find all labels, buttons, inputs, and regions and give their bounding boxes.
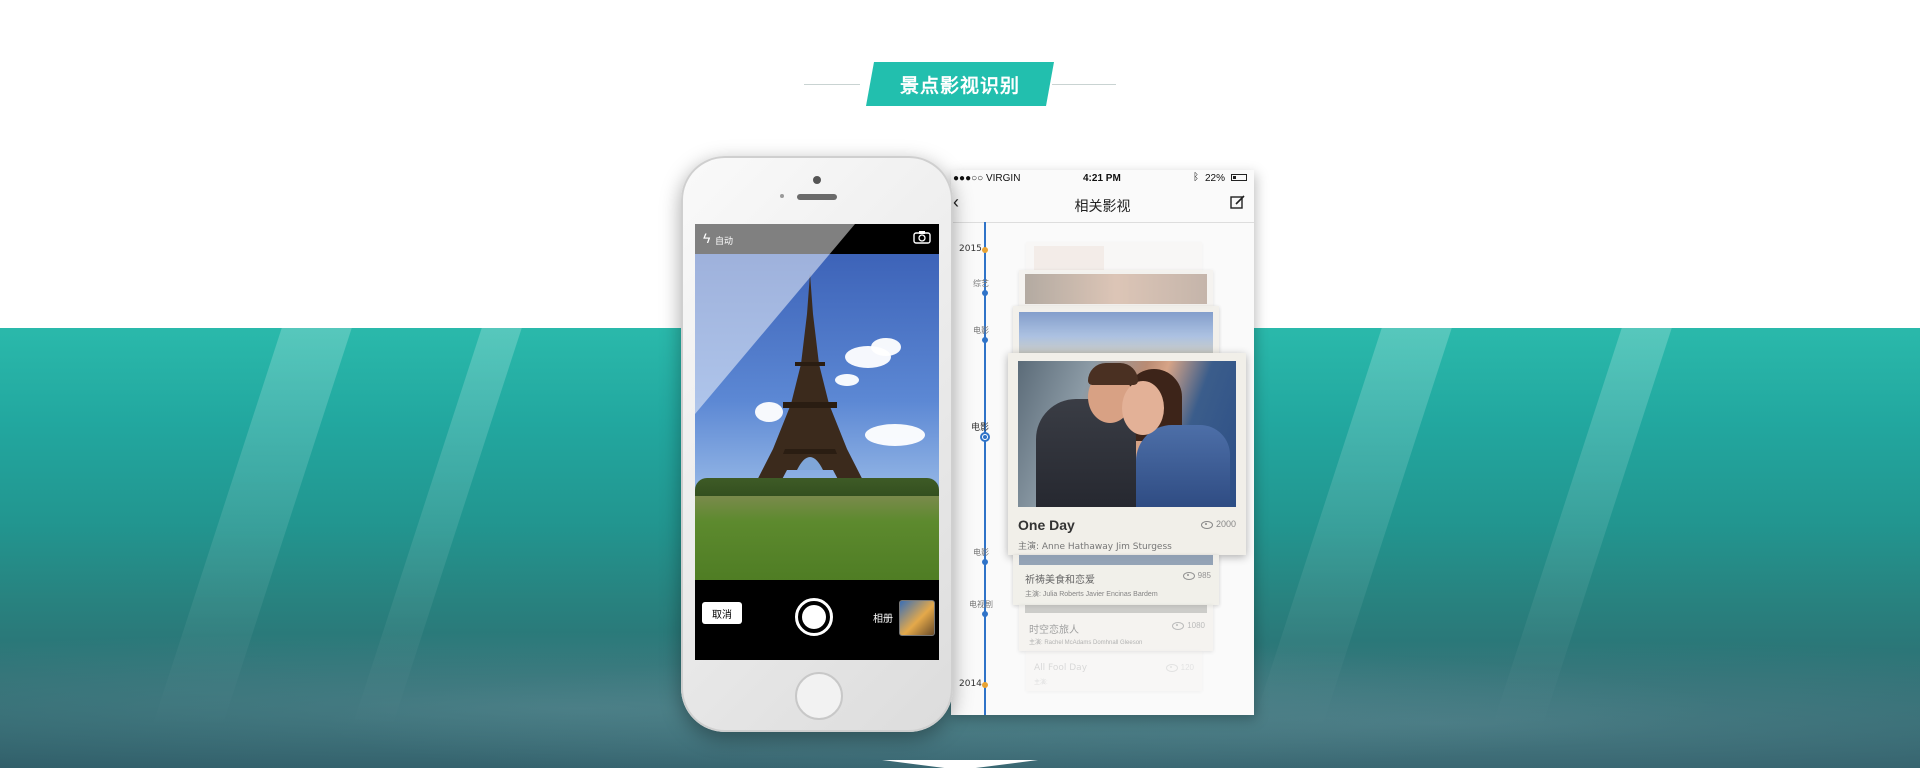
related-films-screen: ●●●○○ VIRGIN 4:21 PM ᛒ 22% ‹ 相关影视 2015 综… bbox=[951, 170, 1254, 715]
camera-switch-icon[interactable] bbox=[913, 230, 931, 244]
timeline-year-bottom: 2014 bbox=[959, 679, 982, 689]
header-line-left bbox=[804, 84, 860, 85]
shutter-button[interactable] bbox=[795, 598, 833, 636]
nav-bar: ‹ 相关影视 bbox=[951, 186, 1254, 223]
film-poster bbox=[1018, 361, 1236, 507]
carrier-label: ●●●○○ VIRGIN bbox=[953, 173, 1021, 184]
timeline-dot[interactable] bbox=[982, 290, 988, 296]
film-title: One Day bbox=[1018, 517, 1075, 533]
timeline-label-film: 电影 bbox=[973, 326, 989, 335]
view-count: 985 bbox=[1182, 571, 1211, 580]
status-time: 4:21 PM bbox=[1083, 173, 1121, 184]
timeline-dot[interactable] bbox=[982, 611, 988, 617]
eye-icon bbox=[1182, 571, 1195, 580]
battery-icon bbox=[1231, 174, 1247, 181]
film-cast: 主演: Anne Hathaway Jim Sturgess bbox=[1018, 542, 1172, 552]
timeline-dot[interactable] bbox=[982, 337, 988, 343]
section-title: 景点影视识别 bbox=[866, 62, 1054, 106]
battery-percent: 22% bbox=[1205, 173, 1226, 184]
status-bar: ●●●○○ VIRGIN 4:21 PM ᛒ 22% bbox=[951, 170, 1254, 186]
front-camera bbox=[813, 176, 821, 184]
timeline-year-dot bbox=[982, 682, 988, 688]
timeline-label-variety: 综艺 bbox=[973, 279, 989, 288]
timeline-label-film-active: 电影 bbox=[971, 423, 990, 433]
film-card[interactable]: 祈祷美食和恋爱 985 主演: Julia Roberts Javier Enc… bbox=[1013, 555, 1219, 605]
film-cast: 主演: bbox=[1034, 680, 1048, 686]
timeline-label-film: 电影 bbox=[973, 548, 989, 557]
view-count: 120 bbox=[1165, 663, 1194, 672]
header-line-right bbox=[1052, 84, 1116, 85]
film-card[interactable]: All Fool Day 120 主演: bbox=[1026, 651, 1202, 691]
edit-icon[interactable] bbox=[1230, 194, 1246, 210]
camera-bottom-bar: 取消 相册 bbox=[695, 580, 939, 660]
scroll-down-indicator[interactable] bbox=[882, 760, 1038, 770]
eye-icon bbox=[1200, 520, 1213, 529]
timeline-dot[interactable] bbox=[982, 559, 988, 565]
film-title: All Fool Day bbox=[1034, 663, 1088, 673]
timeline-year-top: 2015 bbox=[959, 244, 982, 254]
film-card[interactable]: 时空恋旅人 1080 主演: Rachel McAdams Domhnall G… bbox=[1019, 605, 1213, 651]
album-thumbnail[interactable] bbox=[899, 600, 935, 636]
film-cast: 主演: Julia Roberts Javier Encinas Bardem bbox=[1025, 591, 1158, 598]
album-label[interactable]: 相册 bbox=[873, 610, 893, 625]
featured-film-card[interactable]: One Day 2000 主演: Anne Hathaway Jim Sturg… bbox=[1008, 353, 1246, 555]
phone-device: ϟ 自动 bbox=[681, 156, 953, 732]
sensor bbox=[780, 194, 784, 198]
film-title: 祈祷美食和恋爱 bbox=[1025, 575, 1095, 586]
bluetooth-icon: ᛒ bbox=[1193, 172, 1199, 183]
earpiece-speaker bbox=[797, 194, 837, 200]
timeline-label-tv: 电视剧 bbox=[969, 600, 993, 609]
view-count: 1080 bbox=[1172, 621, 1205, 630]
film-card-stack[interactable] bbox=[1026, 242, 1202, 272]
film-card-stack[interactable] bbox=[1019, 270, 1213, 306]
film-cast: 主演: Rachel McAdams Domhnall Gleeson bbox=[1029, 640, 1143, 646]
timeline-dot-active[interactable] bbox=[980, 432, 990, 442]
eye-icon bbox=[1165, 663, 1178, 672]
film-title: 时空恋旅人 bbox=[1029, 625, 1079, 636]
film-card-stack[interactable] bbox=[1013, 306, 1219, 356]
cancel-button[interactable]: 取消 bbox=[702, 602, 742, 624]
eye-icon bbox=[1172, 621, 1185, 630]
view-count: 2000 bbox=[1200, 519, 1236, 529]
nav-title: 相关影视 bbox=[1074, 199, 1131, 215]
camera-screen: ϟ 自动 bbox=[695, 224, 939, 660]
home-button[interactable] bbox=[795, 672, 843, 720]
timeline-year-dot bbox=[982, 247, 988, 253]
